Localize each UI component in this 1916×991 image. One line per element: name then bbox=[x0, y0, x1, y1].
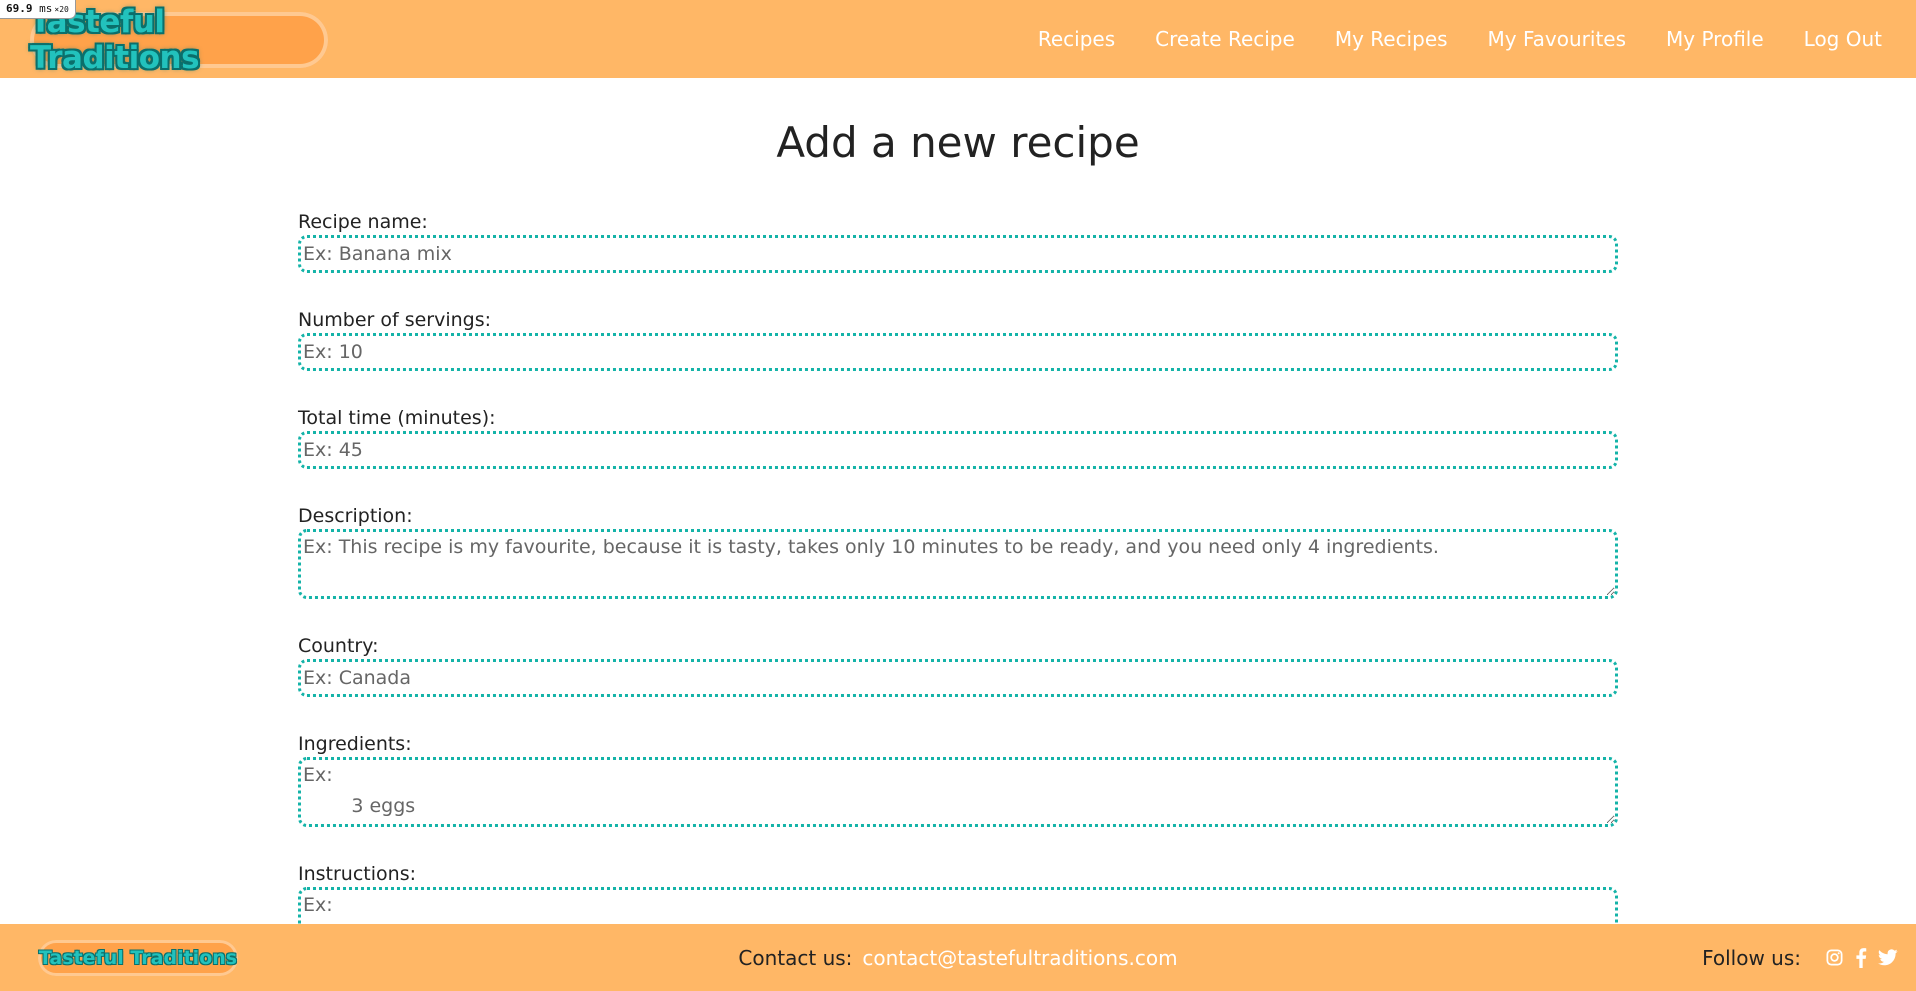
nav-create-recipe[interactable]: Create Recipe bbox=[1155, 27, 1295, 51]
recipe-name-group: Recipe name: bbox=[298, 210, 1618, 273]
total-time-input[interactable] bbox=[298, 431, 1618, 469]
follow-label: Follow us: bbox=[1702, 945, 1801, 970]
ingredients-label: Ingredients: bbox=[298, 733, 412, 755]
description-label: Description: bbox=[298, 505, 413, 527]
servings-group: Number of servings: bbox=[298, 308, 1618, 371]
perf-multiplier: ×20 bbox=[54, 5, 69, 14]
contact-email-link[interactable]: contact@tastefultraditions.com bbox=[862, 946, 1177, 970]
perf-value: 69.9 bbox=[6, 2, 33, 15]
country-input[interactable] bbox=[298, 659, 1618, 697]
instagram-icon[interactable] bbox=[1825, 948, 1844, 967]
country-label: Country: bbox=[298, 635, 379, 657]
page-title: Add a new recipe bbox=[776, 118, 1140, 167]
description-textarea[interactable] bbox=[298, 529, 1618, 599]
main-menu: Recipes Create Recipe My Recipes My Favo… bbox=[1018, 0, 1902, 78]
country-group: Country: bbox=[298, 634, 1618, 697]
perf-counter: 69.9 ms ×20 bbox=[0, 0, 76, 19]
contact-area: Contact us: contact@tastefultraditions.c… bbox=[0, 924, 1916, 991]
total-time-label: Total time (minutes): bbox=[298, 407, 496, 429]
social-links: Follow us: bbox=[1702, 924, 1898, 991]
nav-my-profile[interactable]: My Profile bbox=[1666, 27, 1764, 51]
footer-logo[interactable]: Tasteful Traditions bbox=[38, 940, 238, 976]
perf-unit: ms bbox=[39, 2, 53, 15]
contact-label: Contact us: bbox=[738, 945, 853, 970]
site-logo[interactable]: Tasteful Traditions bbox=[30, 4, 328, 76]
facebook-icon[interactable] bbox=[1854, 947, 1868, 968]
servings-label: Number of servings: bbox=[298, 309, 492, 331]
nav-my-recipes[interactable]: My Recipes bbox=[1335, 27, 1448, 51]
total-time-group: Total time (minutes): bbox=[298, 406, 1618, 469]
nav-my-favourites[interactable]: My Favourites bbox=[1488, 27, 1626, 51]
ingredients-group: Ingredients: Ex: 3 eggs bbox=[298, 732, 1618, 827]
description-group: Description: bbox=[298, 504, 1618, 599]
ingredients-textarea[interactable] bbox=[298, 757, 1618, 827]
instructions-label: Instructions: bbox=[298, 863, 416, 885]
footer-logo-text: Tasteful Traditions bbox=[38, 947, 238, 969]
site-footer: Contact us: contact@tastefultraditions.c… bbox=[0, 924, 1916, 991]
servings-input[interactable] bbox=[298, 333, 1618, 371]
nav-recipes[interactable]: Recipes bbox=[1038, 27, 1115, 51]
top-navbar: Tasteful Traditions Recipes Create Recip… bbox=[0, 0, 1916, 78]
twitter-icon[interactable] bbox=[1878, 949, 1898, 966]
recipe-name-label: Recipe name: bbox=[298, 211, 428, 233]
nav-log-out[interactable]: Log Out bbox=[1804, 27, 1882, 51]
recipe-name-input[interactable] bbox=[298, 235, 1618, 273]
